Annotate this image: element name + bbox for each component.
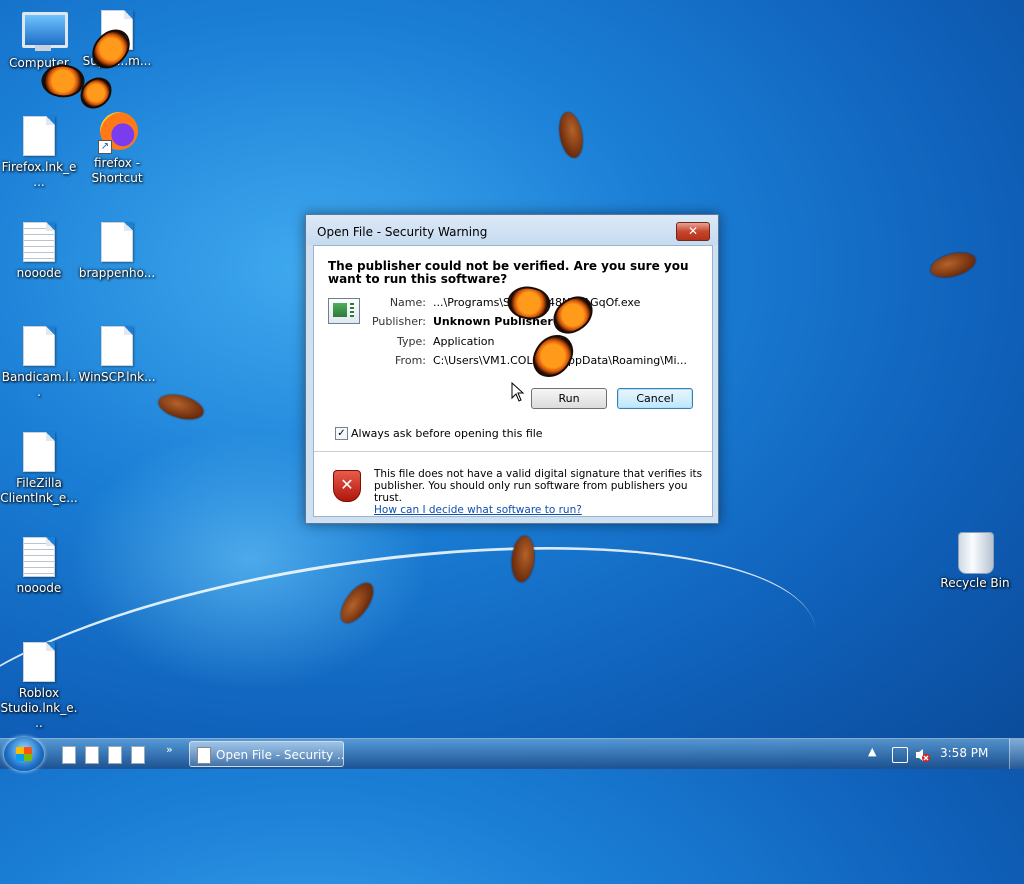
desktop-icon-label: brappenho... (78, 266, 156, 280)
clock[interactable]: 3:58 PM (940, 746, 988, 760)
quicklaunch-chevron-icon[interactable]: » (166, 743, 173, 756)
cockroach-sprite (927, 248, 979, 282)
taskbar: » Open File - Security ... ▲ 3:58 PM (0, 737, 1024, 771)
desktop-icon-firefox-lnk[interactable]: Firefox.lnk_e... (0, 116, 78, 190)
desktop-icon-label: firefox - Shortcut (91, 156, 143, 185)
desktop-icon-label: nooode (16, 581, 62, 595)
warning-headline: The publisher could not be verified. Are… (328, 259, 689, 286)
butterfly-sprite (37, 23, 140, 122)
always-ask-label[interactable]: Always ask before opening this file (351, 427, 543, 440)
always-ask-checkbox[interactable]: ✓ (335, 427, 348, 440)
volume-muted-icon[interactable] (914, 747, 930, 762)
document-icon (22, 116, 56, 156)
butterfly-sprite (502, 278, 599, 384)
info-value: Application (433, 335, 495, 348)
desktop-icon-bandicam[interactable]: Bandicam.l... (0, 326, 78, 400)
document-icon (100, 222, 134, 262)
desktop-icon-roblox-studio[interactable]: Roblox Studio.lnk_e... (0, 642, 78, 731)
show-hidden-icons-arrow-icon[interactable]: ▲ (868, 745, 876, 758)
recycle-bin-icon (958, 532, 994, 574)
desktop-icon-label: Bandicam.l... (1, 370, 77, 399)
run-button[interactable]: Run (531, 388, 607, 409)
info-key: Name: (389, 296, 426, 309)
quicklaunch-file-icon[interactable] (131, 746, 145, 764)
document-icon (197, 747, 211, 764)
quicklaunch-file-icon[interactable] (108, 746, 122, 764)
action-center-icon[interactable] (892, 747, 908, 763)
text-file-icon (22, 222, 56, 262)
cancel-button[interactable]: Cancel (617, 388, 693, 409)
desktop-icon-label: Firefox.lnk_e... (1, 160, 77, 189)
desktop-icon-label: WinSCP.lnk... (78, 370, 156, 384)
close-button[interactable]: ✕ (676, 222, 710, 241)
desktop-icon-recycle-bin[interactable]: Recycle Bin (936, 532, 1014, 591)
desktop-icon-firefox-shortcut[interactable]: ↗ firefox - Shortcut (78, 112, 156, 186)
desktop-icon-nooode-1[interactable]: nooode (0, 222, 78, 281)
text-file-icon (22, 537, 56, 577)
desktop-icon-label: Roblox Studio.lnk_e... (0, 686, 78, 730)
signature-warning: This file does not have a valid digital … (374, 468, 704, 516)
quicklaunch-file-icon[interactable] (62, 746, 76, 764)
desktop-icon-filezilla[interactable]: FileZilla Clientlnk_e... (0, 432, 78, 506)
desktop-icon-winscp[interactable]: WinSCP.lnk... (78, 326, 156, 385)
document-icon (22, 432, 56, 472)
taskbar-item-security-warning[interactable]: Open File - Security ... (189, 741, 344, 767)
desktop-icon-label: nooode (16, 266, 62, 280)
info-key: From: (395, 354, 426, 367)
taskbar-item-label: Open File - Security ... (216, 748, 344, 762)
document-icon (100, 326, 134, 366)
divider (314, 451, 712, 452)
help-link[interactable]: How can I decide what software to run? (374, 504, 582, 516)
shield-warning-icon: ✕ (333, 470, 361, 502)
cockroach-sprite (556, 110, 586, 160)
desktop-icon-label: FileZilla Clientlnk_e... (0, 476, 78, 505)
start-button[interactable] (4, 737, 44, 771)
dialog-title: Open File - Security Warning (306, 215, 718, 245)
show-desktop-button[interactable] (1009, 739, 1024, 769)
signature-warning-text: This file does not have a valid digital … (374, 468, 703, 504)
cockroach-sprite (155, 390, 207, 424)
document-icon (22, 326, 56, 366)
info-key: Type: (397, 335, 426, 348)
desktop-icon-nooode-2[interactable]: nooode (0, 537, 78, 596)
desktop-icon-brappenho[interactable]: brappenho... (78, 222, 156, 281)
info-key: Publisher: (371, 315, 426, 328)
quicklaunch-file-icon[interactable] (85, 746, 99, 764)
mouse-cursor-icon (511, 382, 525, 402)
desktop-icon-label: Recycle Bin (940, 576, 1010, 590)
document-icon (22, 642, 56, 682)
